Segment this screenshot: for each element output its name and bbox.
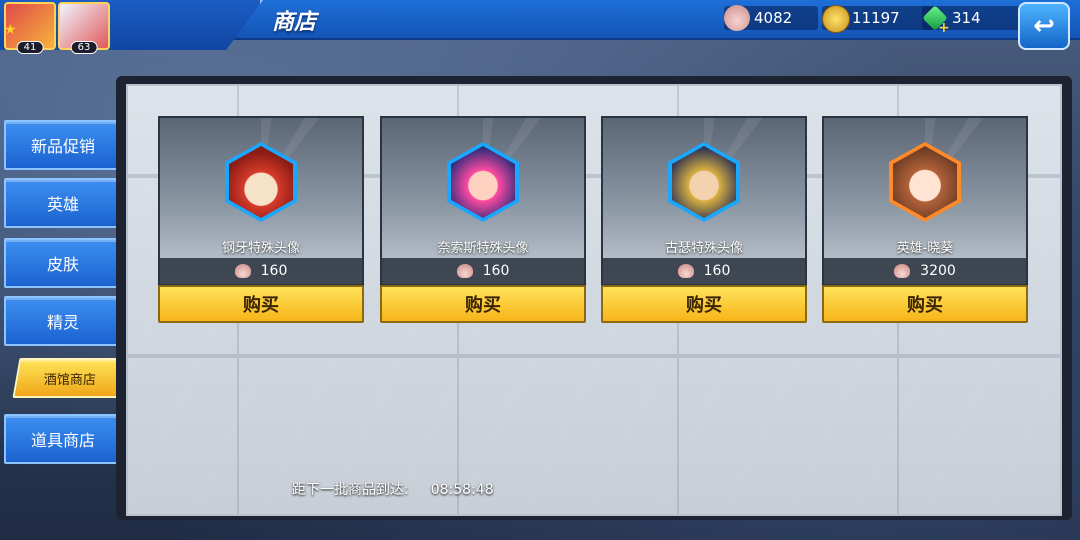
shell-icon <box>894 264 911 278</box>
shell-amount: 4082 <box>754 9 793 27</box>
shell-icon <box>234 264 251 278</box>
nav-item-sprites[interactable]: 精灵 <box>4 296 122 346</box>
buy-button[interactable]: 购买 <box>158 285 364 323</box>
buy-button[interactable]: 购买 <box>822 285 1028 323</box>
item-name: 英雄-晓葵 <box>896 241 954 256</box>
back-arrow-icon: ↩ <box>1033 11 1055 41</box>
shop-item-card[interactable]: 古瑟特殊头像 160 <box>601 116 807 286</box>
item-price: 3200 <box>824 258 1026 284</box>
refresh-time: 08:58:48 <box>430 482 494 498</box>
buy-button[interactable]: 购买 <box>601 285 807 323</box>
item-name: 奈索斯特殊头像 <box>437 241 529 256</box>
avatar-level: 41 <box>16 41 44 54</box>
gold-counter[interactable]: 11197 <box>822 5 936 33</box>
nav-label: 道具商店 <box>30 431 95 450</box>
buy-button[interactable]: 购买 <box>380 285 586 323</box>
nav-label: 酒馆商店 <box>43 372 96 388</box>
nav-item-new-promo[interactable]: 新品促销 <box>4 120 122 170</box>
page-title: 商店 <box>272 10 317 35</box>
back-button[interactable]: ↩ <box>1018 2 1070 50</box>
item-name: 古瑟特殊头像 <box>664 241 743 256</box>
nav-label: 皮肤 <box>46 255 79 274</box>
item-name: 钢牙特殊头像 <box>221 241 300 256</box>
item-price: 160 <box>382 258 584 284</box>
item-price: 160 <box>603 258 805 284</box>
star-icon: ★ <box>4 22 17 38</box>
shell-icon <box>456 264 473 278</box>
nav-item-heroes[interactable]: 英雄 <box>4 178 122 228</box>
shop-item-card[interactable]: 钢牙特殊头像 160 <box>158 116 364 286</box>
shop-item-card[interactable]: 英雄-晓葵 3200 <box>822 116 1028 286</box>
avatar-level: 63 <box>70 41 98 54</box>
player-avatar[interactable]: ★ 41 <box>4 2 56 54</box>
item-price: 160 <box>160 258 362 284</box>
nav-item-skins[interactable]: 皮肤 <box>4 238 122 288</box>
nav-item-tavern-shop[interactable]: 酒馆商店 <box>12 358 128 398</box>
refresh-timer: 距下一批商品到达: 08:58:48 <box>292 479 494 499</box>
pet-avatar[interactable]: 63 <box>58 2 110 54</box>
gem-amount: 314 <box>952 9 981 27</box>
shop-item-card[interactable]: 奈索斯特殊头像 160 <box>380 116 586 286</box>
nav-label: 英雄 <box>46 195 79 214</box>
gold-amount: 11197 <box>852 9 900 27</box>
shell-counter[interactable]: 4082 <box>724 5 818 31</box>
refresh-label: 距下一批商品到达: <box>292 482 409 498</box>
add-gem-icon[interactable]: + <box>938 16 950 40</box>
shell-icon <box>677 264 694 278</box>
nav-item-item-shop[interactable]: 道具商店 <box>4 414 122 464</box>
nav-label: 新品促销 <box>30 137 95 156</box>
shell-icon <box>724 5 750 31</box>
gold-coin-icon <box>822 5 850 33</box>
nav-label: 精灵 <box>46 313 79 332</box>
